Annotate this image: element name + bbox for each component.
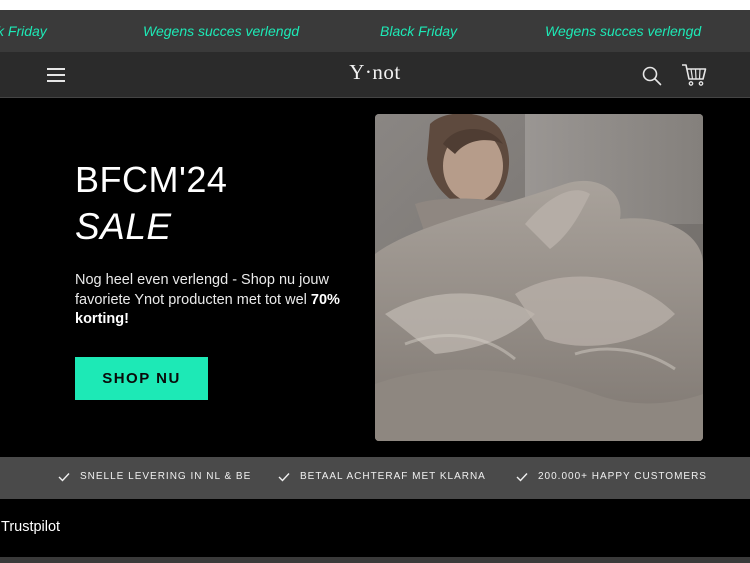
trustpilot-link[interactable]: Trustpilot	[1, 519, 60, 535]
site-header: Y·not	[0, 52, 750, 98]
shop-now-button[interactable]: SHOP NU	[75, 357, 208, 400]
search-icon[interactable]	[641, 65, 663, 87]
hero-subtitle: SALE	[75, 206, 172, 247]
hero-banner: BFCM'24 SALE Nog heel even verlengd - Sh…	[0, 99, 750, 457]
usp-bar: SNELLE LEVERING IN NL & BE BETAAL ACHTER…	[0, 457, 750, 499]
announcement-item: Wegens succes verlengd	[143, 23, 300, 39]
usp-label: BETAAL ACHTERAF MET KLARNA	[300, 471, 486, 482]
site-logo[interactable]: Y·not	[0, 60, 750, 84]
announcement-bar: ck Friday Wegens succes verlengd Black F…	[0, 10, 750, 52]
hero-image	[375, 114, 703, 441]
check-icon	[516, 473, 528, 482]
usp-label: 200.000+ HAPPY CUSTOMERS	[538, 471, 707, 482]
announcement-item: Wegens succes verlengd	[545, 23, 702, 39]
usp-item: BETAAL ACHTERAF MET KLARNA	[278, 471, 486, 483]
announcement-item: Black Friday	[380, 23, 458, 39]
usp-item: 200.000+ HAPPY CUSTOMERS	[516, 471, 707, 483]
cart-icon[interactable]	[681, 63, 707, 87]
trustpilot-section: Trustpilot	[0, 499, 750, 557]
check-icon	[278, 473, 290, 482]
usp-label: SNELLE LEVERING IN NL & BE	[80, 471, 252, 482]
bottom-strip	[0, 557, 750, 563]
usp-item: SNELLE LEVERING IN NL & BE	[58, 471, 251, 483]
hero-description: Nog heel even verlengd - Shop nu jouw fa…	[75, 272, 340, 327]
top-strip	[0, 0, 750, 10]
hero-title: BFCM'24	[75, 159, 228, 200]
check-icon	[58, 473, 70, 482]
announcement-item: ck Friday	[0, 23, 47, 39]
